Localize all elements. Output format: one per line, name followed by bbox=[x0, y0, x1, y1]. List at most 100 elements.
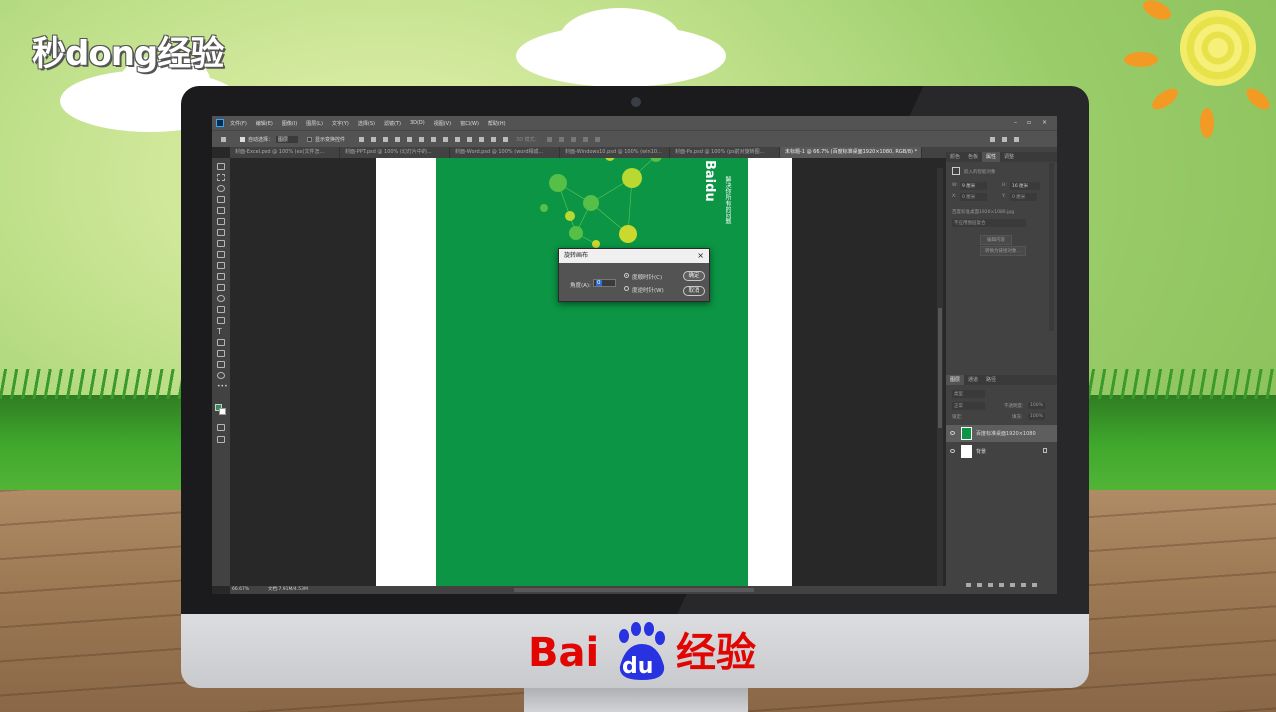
tab-layers[interactable]: 图层 bbox=[946, 375, 965, 385]
healing-brush-tool-icon[interactable] bbox=[217, 229, 225, 236]
align-left-icon[interactable] bbox=[359, 136, 365, 142]
layer-filter-kind[interactable]: 类型 bbox=[952, 390, 985, 398]
menu-file[interactable]: 文件(F) bbox=[230, 120, 247, 127]
menu-3d[interactable]: 3D(D) bbox=[410, 120, 425, 126]
brush-tool-icon[interactable] bbox=[217, 240, 225, 247]
3d-slide-icon[interactable] bbox=[582, 136, 588, 142]
distribute-bottom-icon[interactable] bbox=[455, 136, 461, 142]
ok-button[interactable]: 确定 bbox=[683, 271, 705, 281]
tab-properties[interactable]: 属性 bbox=[982, 152, 1001, 162]
auto-select-checkbox[interactable] bbox=[240, 136, 245, 142]
tab-adjustments[interactable]: 调整 bbox=[1000, 152, 1018, 162]
layer-row[interactable]: 百度标准桌面1920×1080 bbox=[946, 425, 1057, 442]
tab-ps[interactable]: 封面-Ps.psd @ 100% (ps前对旋转图... bbox=[670, 147, 780, 158]
quick-select-tool-icon[interactable] bbox=[217, 196, 225, 203]
rectangle-tool-icon[interactable] bbox=[217, 350, 225, 357]
visibility-eye-icon[interactable] bbox=[950, 431, 955, 435]
distribute-right-icon[interactable] bbox=[491, 136, 497, 142]
minimize-icon[interactable]: – bbox=[1014, 119, 1017, 126]
link-layers-icon[interactable] bbox=[966, 583, 971, 587]
tab-swatches[interactable]: 色板 bbox=[964, 152, 982, 162]
new-layer-icon[interactable] bbox=[1021, 583, 1026, 587]
distribute-center-icon[interactable] bbox=[479, 136, 485, 142]
share-icon[interactable] bbox=[1013, 136, 1019, 142]
tab-ppt[interactable]: 封面-PPT.psd @ 100% (幻灯片中的... bbox=[340, 147, 450, 158]
auto-select-dropdown[interactable]: 图层 bbox=[276, 135, 299, 143]
auto-align-icon[interactable] bbox=[503, 136, 509, 142]
path-select-tool-icon[interactable] bbox=[217, 339, 225, 346]
background-color-swatch[interactable] bbox=[219, 408, 226, 415]
align-right-icon[interactable] bbox=[383, 136, 389, 142]
add-mask-icon[interactable] bbox=[988, 583, 993, 587]
dodge-tool-icon[interactable] bbox=[217, 306, 225, 313]
clockwise-label[interactable]: 度顺时针(C) bbox=[632, 273, 662, 281]
gradient-tool-icon[interactable] bbox=[217, 284, 225, 291]
new-group-icon[interactable] bbox=[1010, 583, 1015, 587]
hand-tool-icon[interactable] bbox=[217, 361, 225, 368]
menu-help[interactable]: 帮助(H) bbox=[488, 120, 506, 127]
3d-scale-icon[interactable] bbox=[594, 136, 600, 142]
lock-icon[interactable] bbox=[1043, 448, 1047, 453]
distribute-top-icon[interactable] bbox=[431, 136, 437, 142]
maximize-icon[interactable]: ▫ bbox=[1027, 119, 1031, 126]
fx-icon[interactable] bbox=[977, 583, 982, 587]
menu-layer[interactable]: 图层(L) bbox=[306, 120, 323, 127]
eraser-tool-icon[interactable] bbox=[217, 273, 225, 280]
close-icon[interactable]: × bbox=[1042, 119, 1047, 126]
scrollbar-thumb[interactable] bbox=[938, 308, 942, 428]
blur-tool-icon[interactable] bbox=[217, 295, 225, 302]
close-icon[interactable]: × bbox=[697, 249, 704, 263]
menu-type[interactable]: 文字(Y) bbox=[332, 120, 349, 127]
clone-stamp-tool-icon[interactable] bbox=[217, 251, 225, 258]
adjustment-layer-icon[interactable] bbox=[999, 583, 1004, 587]
menu-view[interactable]: 视图(V) bbox=[434, 120, 451, 127]
move-tool-icon[interactable] bbox=[217, 163, 225, 170]
quick-mask-icon[interactable] bbox=[217, 424, 225, 431]
lasso-tool-icon[interactable] bbox=[217, 185, 225, 192]
type-tool-icon[interactable]: T bbox=[217, 328, 225, 336]
tab-color[interactable]: 颜色 bbox=[946, 152, 964, 162]
pen-tool-icon[interactable] bbox=[217, 317, 225, 324]
horizontal-scrollbar[interactable] bbox=[514, 588, 754, 592]
distribute-middle-icon[interactable] bbox=[443, 136, 449, 142]
layer-comp-select[interactable]: 不应用图层复合 bbox=[952, 219, 1026, 227]
counterclockwise-radio[interactable] bbox=[624, 286, 629, 291]
opacity-field[interactable]: 100% bbox=[1028, 402, 1045, 409]
screen-mode-icon[interactable] bbox=[217, 436, 225, 443]
w-field[interactable]: 9 厘米 bbox=[960, 182, 988, 190]
cancel-button[interactable]: 取消 bbox=[683, 286, 705, 296]
tab-windows10[interactable]: 封面-Windows10.psd @ 100% (win10... bbox=[560, 147, 670, 158]
delete-layer-icon[interactable] bbox=[1032, 583, 1037, 587]
align-bottom-icon[interactable] bbox=[419, 136, 425, 142]
align-top-icon[interactable] bbox=[395, 136, 401, 142]
blend-mode-select[interactable]: 正常 bbox=[952, 402, 985, 410]
search-icon[interactable] bbox=[989, 136, 995, 142]
counterclockwise-label[interactable]: 度逆时针(W) bbox=[632, 286, 664, 294]
menu-window[interactable]: 窗口(W) bbox=[460, 120, 479, 127]
zoom-tool-icon[interactable] bbox=[217, 372, 225, 379]
layer-row[interactable]: 背景 bbox=[946, 443, 1057, 460]
fill-field[interactable]: 100% bbox=[1028, 413, 1045, 420]
zoom-level[interactable]: 66.67% bbox=[232, 586, 249, 594]
visibility-eye-icon[interactable] bbox=[950, 449, 955, 453]
3d-roll-icon[interactable] bbox=[558, 136, 564, 142]
marquee-tool-icon[interactable] bbox=[217, 174, 225, 181]
vertical-scrollbar[interactable] bbox=[937, 168, 943, 586]
history-brush-tool-icon[interactable] bbox=[217, 262, 225, 269]
crop-tool-icon[interactable] bbox=[217, 207, 225, 214]
clockwise-radio[interactable] bbox=[624, 273, 629, 278]
convert-to-linked-button[interactable]: 转换为链接对象... bbox=[980, 246, 1026, 256]
align-center-icon[interactable] bbox=[371, 136, 377, 142]
tab-excel[interactable]: 封面-Excel.psd @ 100% (ex(文件怎... bbox=[230, 147, 340, 158]
show-transform-checkbox[interactable] bbox=[307, 136, 313, 142]
tab-paths[interactable]: 路径 bbox=[982, 375, 1000, 385]
align-middle-icon[interactable] bbox=[407, 136, 413, 142]
y-field[interactable]: 0 厘米 bbox=[1010, 193, 1038, 201]
h-field[interactable]: 16 厘米 bbox=[1010, 182, 1041, 190]
3d-drag-icon[interactable] bbox=[570, 136, 576, 142]
tab-word[interactable]: 封面-Word.psd @ 100% (word相成... bbox=[450, 147, 560, 158]
more-tools-icon[interactable]: ••• bbox=[217, 384, 228, 392]
canvas-area[interactable]: Baidu 解决你所有的问题 bbox=[230, 158, 946, 586]
properties-scrollbar[interactable] bbox=[1049, 163, 1054, 331]
tab-untitled-1[interactable]: 未标题-1 @ 66.7% (百度标准桌面1920×1080, RGB/8) * bbox=[780, 147, 922, 158]
